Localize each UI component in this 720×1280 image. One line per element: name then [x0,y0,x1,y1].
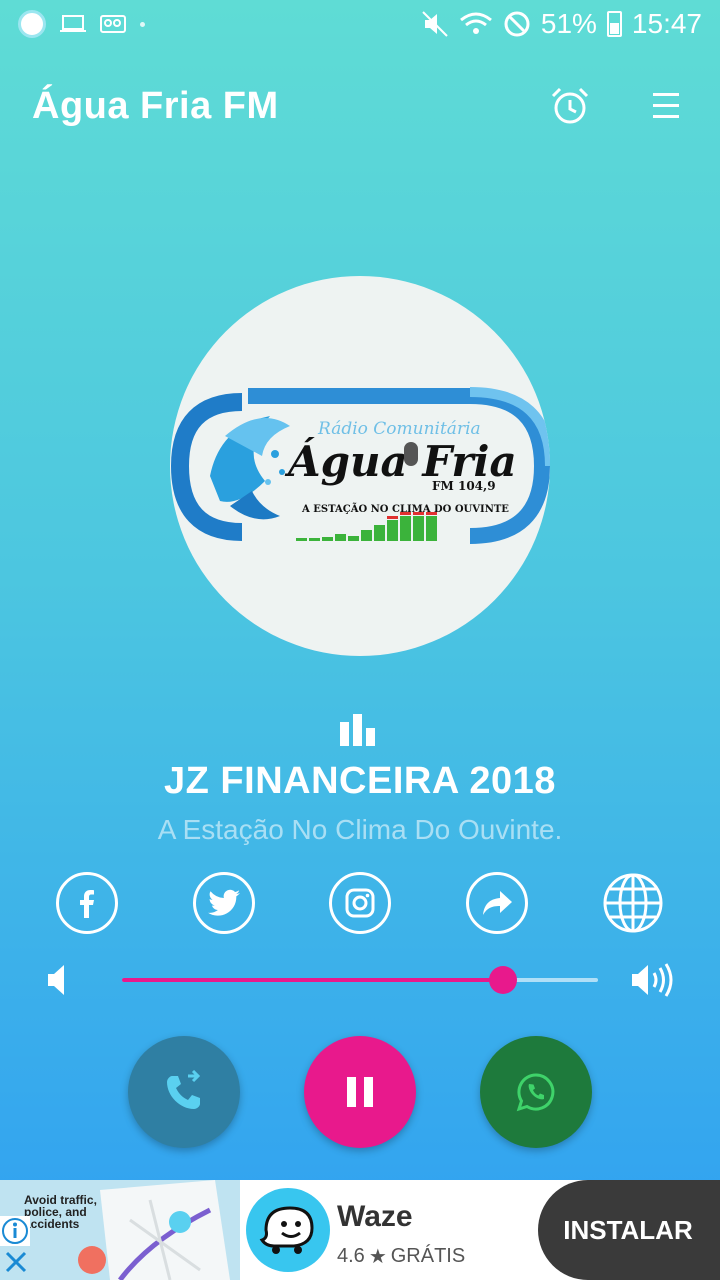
track-title: JZ FINANCEIRA 2018 [164,760,556,802]
star-icon: ★ [368,1246,387,1268]
app-title: Água Fria FM [32,84,279,127]
logo-freq-text: FM 104,9 [432,479,496,493]
logo-top-text: Rádio Comunitária [317,419,481,439]
ad-rating: 4.6 [337,1245,365,1267]
radio-app-notification-icon [18,10,46,38]
ad-info-icon[interactable] [0,1216,30,1246]
ad-image-text: Avoid traffic, police, and accidents [24,1193,97,1231]
volume-high-icon[interactable] [630,962,678,998]
clock: 15:47 [631,8,702,39]
facebook-button[interactable] [56,872,118,934]
phone-forward-icon [167,1070,201,1109]
mute-icon [422,11,448,37]
facebook-icon [80,890,94,918]
laptop-icon [60,15,86,32]
battery-percent: 51% [540,8,597,39]
website-button[interactable] [602,872,664,934]
status-bar: 51% 15:47 [0,0,720,48]
install-button[interactable]: INSTALAR [538,1180,720,1280]
equalizer-icon [340,714,375,746]
volume-control [44,956,684,1004]
logo-equalizer [296,512,437,541]
ad-meta: 4.6 ★ GRÁTIS [337,1244,465,1269]
pause-icon [347,1077,373,1107]
track-subtitle: A Estação No Clima Do Ouvinte. [157,814,563,845]
station-logo: Rádio Comunitária Água Fria FM 104,9 A E… [170,276,550,656]
alarm-button[interactable] [548,84,592,128]
wifi-icon [459,12,492,34]
social-links [56,872,664,936]
call-button[interactable] [128,1036,240,1148]
twitter-button[interactable] [192,872,255,934]
instagram-icon [345,888,375,918]
instagram-button[interactable] [329,872,391,934]
twitter-icon [207,889,240,916]
waze-app-icon[interactable] [246,1188,330,1272]
volume-slider-thumb[interactable] [488,966,517,994]
whatsapp-button[interactable] [480,1036,592,1148]
share-button[interactable] [465,872,528,934]
globe-icon [603,873,663,933]
voicemail-icon [100,15,126,33]
hamburger-menu-icon [653,93,679,118]
share-icon [482,891,512,915]
whatsapp-icon [516,1073,555,1112]
battery-icon [606,11,622,37]
ad-price: GRÁTIS [390,1245,466,1267]
ad-image[interactable]: Avoid traffic, police, and accidents [0,1180,240,1280]
notification-dot-icon [140,21,145,27]
app-bar: Água Fria FM [0,70,720,142]
pause-button[interactable] [304,1036,416,1148]
ad-close-icon[interactable] [4,1250,28,1274]
ad-banner[interactable]: Avoid traffic, police, and accidents Waz… [0,1180,720,1280]
ad-app-name[interactable]: Waze [337,1200,413,1234]
menu-button[interactable] [644,84,688,128]
alarm-clock-icon [551,87,589,124]
waze-icon [259,1206,314,1254]
volume-low-icon[interactable] [44,962,80,998]
do-not-disturb-icon [504,11,530,37]
volume-fill [122,978,503,982]
station-logo-image: Rádio Comunitária Água Fria FM 104,9 A E… [170,387,550,544]
